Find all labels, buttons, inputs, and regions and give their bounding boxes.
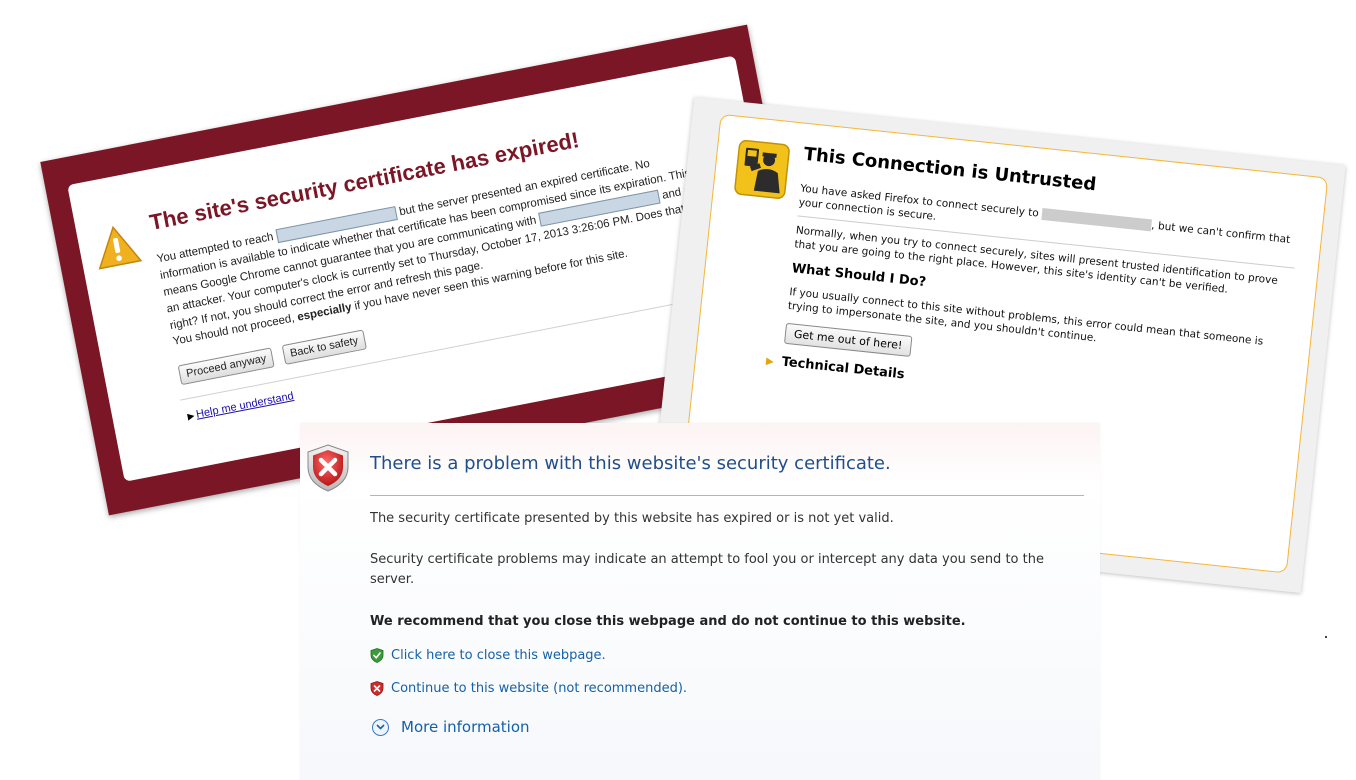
more-information-toggle[interactable]: More information (372, 718, 530, 736)
redacted-hostname (1041, 207, 1152, 232)
more-information-label: More information (401, 718, 530, 736)
red-shield-x-small-icon (370, 681, 384, 696)
green-shield-check-icon (370, 648, 384, 663)
ie-title: There is a problem with this website's s… (370, 453, 891, 474)
red-shield-x-icon (307, 444, 349, 492)
get-me-out-button[interactable]: Get me out of here! (783, 322, 913, 357)
ie-expired-text: The security certificate presented by th… (370, 511, 894, 526)
technical-details-label: Technical Details (780, 354, 906, 383)
ie-divider (370, 495, 1084, 496)
chevron-down-icon (372, 718, 389, 736)
ie-recommendation-text: We recommend that you close this webpage… (370, 614, 966, 629)
warning-triangle-icon (98, 225, 143, 270)
expand-arrow-icon: ▶ (765, 355, 775, 368)
firefox-advice-text: If you usually connect to this site with… (787, 285, 1264, 348)
expand-triangle-icon: ▶ (186, 410, 196, 422)
ie-warning-panel: There is a problem with this website's s… (300, 423, 1100, 780)
proceed-anyway-button[interactable]: Proceed anyway (177, 347, 276, 386)
technical-details-toggle[interactable]: ▶ Technical Details (765, 353, 906, 383)
police-officer-icon (734, 139, 790, 199)
close-webpage-link-label: Click here to close this webpage. (391, 648, 606, 663)
firefox-what-should-i-do-heading: What Should I Do? (791, 261, 927, 291)
back-to-safety-button[interactable]: Back to safety (281, 329, 367, 365)
close-webpage-link[interactable]: Click here to close this webpage. (370, 648, 606, 663)
continue-to-website-link[interactable]: Continue to this website (not recommende… (370, 681, 687, 696)
stray-dot (1325, 636, 1327, 638)
ie-problem-text: Security certificate problems may indica… (370, 552, 1044, 587)
continue-to-website-link-label: Continue to this website (not recommende… (391, 681, 688, 696)
